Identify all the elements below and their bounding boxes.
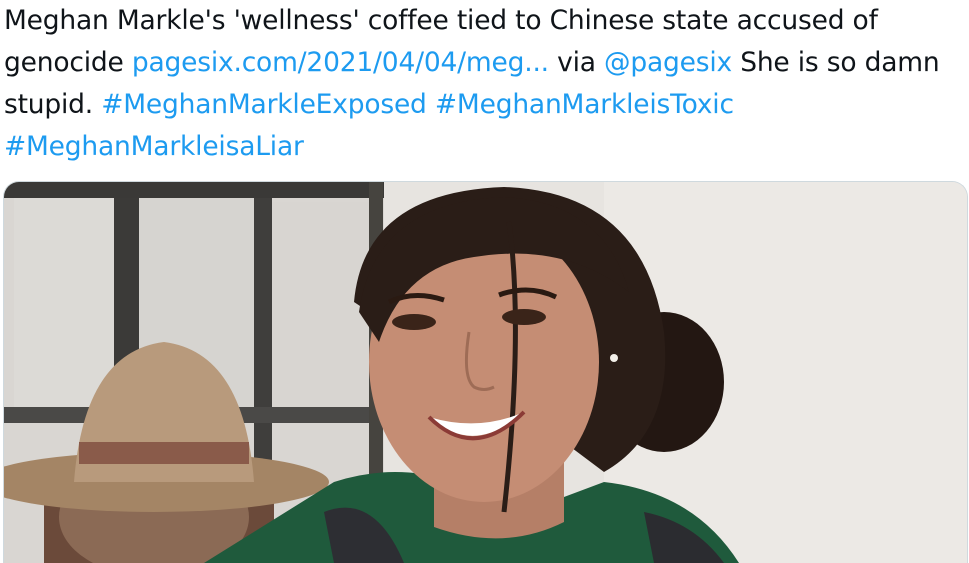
tweet-text: Meghan Markle's 'wellness' coffee tied t… — [4, 0, 964, 168]
tweet-text-via: via — [548, 47, 605, 78]
hashtag-liar[interactable]: #MeghanMarkleisaLiar — [4, 131, 304, 162]
mention-pagesix[interactable]: @pagesix — [604, 47, 732, 78]
hashtag-exposed[interactable]: #MeghanMarkleExposed — [101, 89, 427, 120]
hashtag-toxic[interactable]: #MeghanMarkleisToxic — [435, 89, 734, 120]
tweet-link[interactable]: pagesix.com/2021/04/04/meg... — [132, 47, 549, 78]
tweet-media-photo[interactable] — [3, 181, 968, 563]
photo-image — [4, 182, 967, 563]
